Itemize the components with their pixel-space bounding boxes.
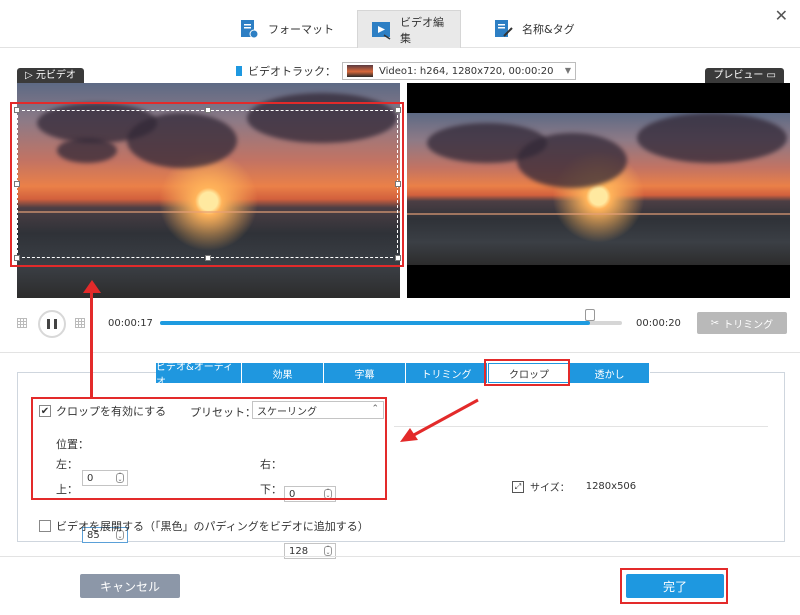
pause-button[interactable] — [38, 310, 66, 338]
chevron-down-icon: ▼ — [564, 66, 571, 75]
tab-name-tag[interactable]: 名称&タグ — [480, 10, 587, 48]
tab-format-label: フォーマット — [268, 23, 334, 36]
tab-effects[interactable]: 効果 — [242, 363, 324, 383]
video-track-selector: ビデオトラック： Video1: h264, 1280x720, 00:00:2… — [236, 62, 576, 80]
resize-icon: ⤢ — [512, 480, 524, 493]
tab-subtitles[interactable]: 字幕 — [324, 363, 406, 383]
annotation-arrow-diagonal — [400, 398, 479, 442]
video-edit-icon — [370, 19, 392, 41]
done-button-highlight — [620, 568, 728, 604]
video-track-dropdown[interactable]: Video1: h264, 1280x720, 00:00:20 ▼ — [342, 62, 576, 80]
progress-fill — [160, 321, 590, 325]
trim-button[interactable]: ✂ トリミング — [697, 312, 787, 334]
video-track-label: ビデオトラック： — [248, 65, 336, 78]
progress-track[interactable] — [160, 321, 622, 325]
edit-tabs: ビデオ&オーディオ 効果 字幕 トリミング クロップ 透かし — [156, 362, 650, 388]
total-time: 00:00:20 — [636, 318, 681, 329]
grip-icon — [17, 318, 27, 328]
tag-edit-icon — [492, 18, 514, 40]
tab-video-edit-label: ビデオ編集 — [400, 15, 444, 45]
progress-knob[interactable] — [584, 309, 595, 321]
size-value: 1280x506 — [585, 481, 637, 492]
annotation-arrow-vertical — [90, 290, 93, 398]
footer-divider — [0, 556, 800, 557]
video-track-value: Video1: h264, 1280x720, 00:00:20 — [379, 65, 554, 77]
bottom-value: 128 — [289, 545, 309, 557]
video-track-icon — [236, 66, 242, 76]
tab-format[interactable]: フォーマット — [226, 10, 346, 48]
grip-icon — [75, 318, 85, 328]
crop-settings-highlight — [31, 397, 387, 500]
source-video-label: ▷ 元ビデオ — [17, 68, 84, 83]
tab-video-edit[interactable]: ビデオ編集 — [357, 10, 461, 48]
size-label: サイズ： — [530, 483, 570, 494]
tab-name-tag-label: 名称&タグ — [522, 23, 575, 36]
tab-video-audio[interactable]: ビデオ&オーディオ — [156, 362, 242, 388]
cancel-button[interactable]: キャンセル — [80, 574, 180, 598]
crop-tab-highlight — [484, 359, 570, 386]
preview-viewer — [407, 83, 790, 298]
crop-size: ⤢ サイズ： 1280x506 — [512, 479, 636, 494]
trim-button-label: トリミング — [723, 319, 774, 331]
current-time: 00:00:17 — [108, 318, 153, 329]
format-icon — [238, 18, 260, 40]
crop-region-highlight — [10, 102, 404, 267]
tab-watermark[interactable]: 透かし — [570, 363, 650, 383]
pause-icon — [47, 319, 57, 329]
spinner-icon[interactable]: ⌃ ⌄ — [324, 546, 332, 556]
divider — [0, 352, 800, 353]
expand-video-row[interactable]: ビデオを展開する（「黒色」のパディングをビデオに追加する） — [39, 518, 369, 534]
scissors-icon: ✂ — [710, 317, 720, 329]
video-thumbnail — [347, 65, 373, 77]
arrow-up-icon — [83, 280, 101, 293]
expand-video-checkbox[interactable] — [39, 520, 51, 532]
close-icon[interactable]: ✕ — [775, 6, 788, 25]
tab-trimming[interactable]: トリミング — [406, 363, 488, 383]
preview-label: プレビュー ▭ — [705, 68, 784, 83]
expand-video-label: ビデオを展開する（「黒色」のパディングをビデオに追加する） — [56, 520, 369, 533]
